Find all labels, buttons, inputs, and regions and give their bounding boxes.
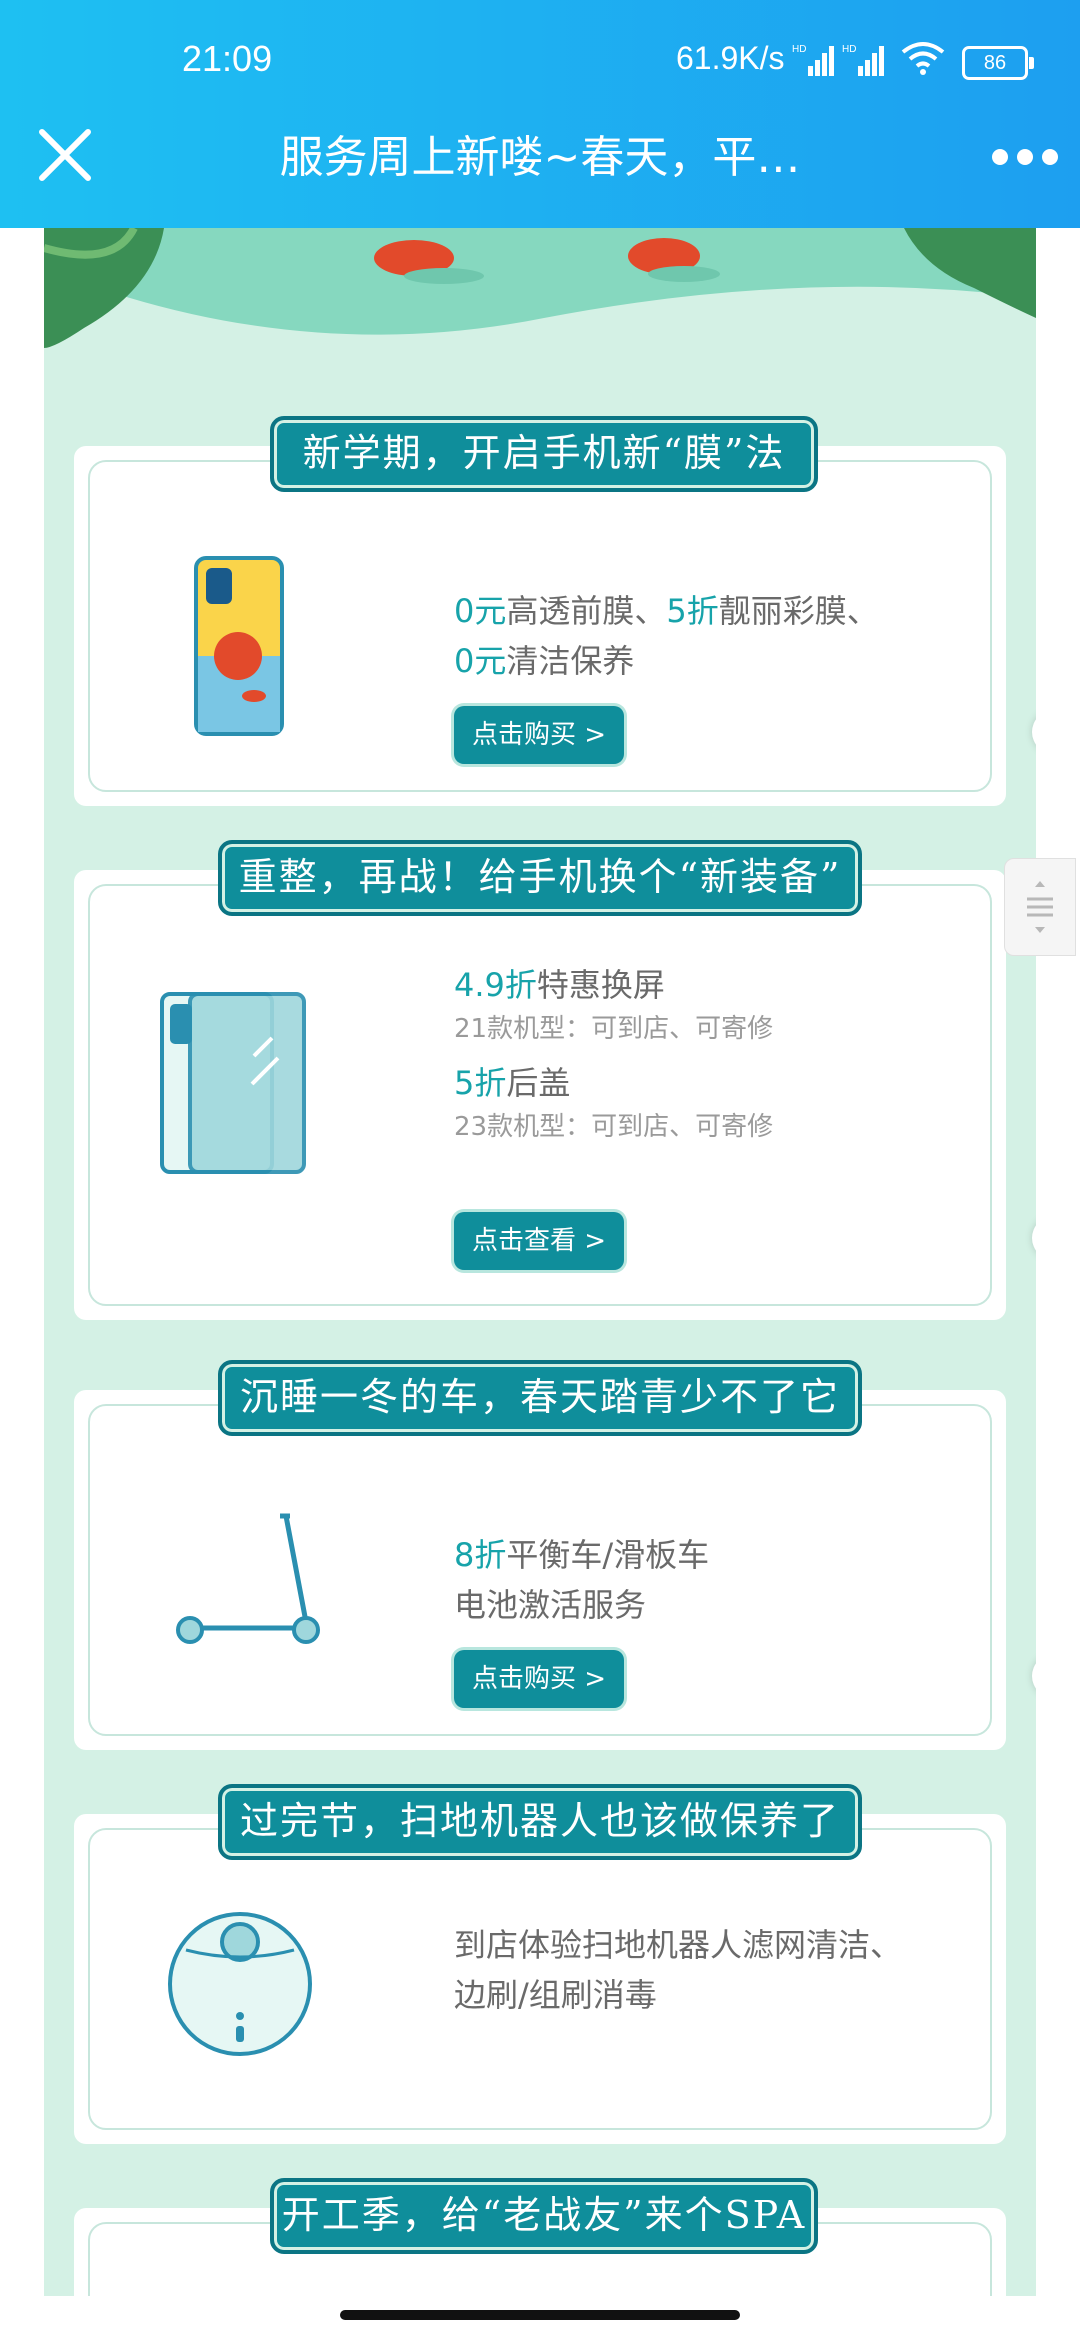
close-icon[interactable] xyxy=(36,126,94,184)
share-icon[interactable] xyxy=(1032,1216,1036,1260)
section-ribbon-2: 重整，再战！给手机换个“新装备” xyxy=(218,840,862,916)
highlight-5-zhe: 5折 xyxy=(666,592,719,630)
text-scooter: 平衡车/滑板车 xyxy=(506,1536,710,1574)
app-bar: 21:09 61.9K/s HD HD 86 服务周上新喽~春天，平… xyxy=(0,0,1080,228)
signal-icon: HD xyxy=(792,44,834,76)
network-speed: 61.9K/s xyxy=(676,40,785,76)
buy-button-scooter[interactable]: 点击购买 > xyxy=(454,1650,624,1708)
ribbon-text-5: 开工季，给“老战友”来个SPA xyxy=(281,2193,807,2237)
phone-case-icon xyxy=(194,556,284,736)
section-scooter: 8折平衡车/滑板车 电池激活服务 点击购买 > xyxy=(74,1390,1036,1750)
drag-lines-icon xyxy=(1027,881,1053,933)
text-screen: 特惠换屏 xyxy=(536,966,665,1004)
robot-description: 到店体验扫地机器人滤网清洁、 边刷/组刷消毒 xyxy=(454,1920,902,2020)
side-drag-handle[interactable] xyxy=(1004,858,1076,956)
screen-replace-description: 4.9折特惠换屏 21款机型：可到店、可寄修 5折后盖 23款机型：可到店、可寄… xyxy=(454,960,773,1146)
ribbon-text-4: 过完节，扫地机器人也该做保养了 xyxy=(239,1799,840,1843)
text-battery-service: 电池激活服务 xyxy=(454,1586,647,1624)
highlight-49-zhe: 4.9折 xyxy=(454,966,537,1004)
text-back-cover: 后盖 xyxy=(506,1064,571,1102)
section-ribbon-4: 过完节，扫地机器人也该做保养了 xyxy=(218,1784,862,1860)
highlight-0-yuan-2: 0元 xyxy=(454,642,507,680)
battery-icon: 86 xyxy=(962,46,1034,80)
status-bar: 21:09 61.9K/s HD HD 86 xyxy=(0,0,1080,120)
signal-icon-2: HD xyxy=(842,44,884,76)
ribbon-text-3: 沉睡一冬的车，春天踏青少不了它 xyxy=(239,1375,840,1419)
text-cleaning: 清洁保养 xyxy=(506,642,635,680)
wifi-icon xyxy=(901,42,945,75)
share-icon[interactable] xyxy=(1032,1654,1036,1698)
buy-button-film[interactable]: 点击购买 > xyxy=(454,706,624,764)
section-screen-replace: 4.9折特惠换屏 21款机型：可到店、可寄修 5折后盖 23款机型：可到店、可寄… xyxy=(74,870,1036,1320)
page-title: 服务周上新喽~春天，平… xyxy=(279,132,801,183)
home-indicator[interactable] xyxy=(340,2310,740,2320)
share-icon[interactable] xyxy=(1032,710,1036,754)
scooter-description: 8折平衡车/滑板车 电池激活服务 xyxy=(454,1530,709,1630)
scooter-icon xyxy=(176,1513,320,1644)
text-filter-cleaning: 到店体验扫地机器人滤网清洁、 xyxy=(454,1926,903,1964)
promo-page: 0元高透前膜、5折靓丽彩膜、 0元清洁保养 点击购买 > 新学期，开启手机新“膜… xyxy=(44,228,1036,2296)
spring-hill-illustration xyxy=(44,228,1036,418)
view-button-screen[interactable]: 点击查看 > xyxy=(454,1212,624,1270)
section-ribbon-1: 新学期，开启手机新“膜”法 xyxy=(270,416,818,492)
section-screen-film: 0元高透前膜、5折靓丽彩膜、 0元清洁保养 点击购买 > xyxy=(74,446,1036,806)
text-color-film: 靓丽彩膜、 xyxy=(718,592,879,630)
section-ribbon-5: 开工季，给“老战友”来个SPA xyxy=(270,2178,818,2254)
section-ribbon-3: 沉睡一冬的车，春天踏青少不了它 xyxy=(218,1360,862,1436)
text-brush-disinfect: 边刷/组刷消毒 xyxy=(454,1976,657,2014)
text-front-film: 高透前膜、 xyxy=(506,592,667,630)
highlight-0-yuan: 0元 xyxy=(454,592,507,630)
back-cover-models: 23款机型：可到店、可寄修 xyxy=(454,1112,774,1142)
section-robot-vacuum: 到店体验扫地机器人滤网清洁、 边刷/组刷消毒 xyxy=(74,1814,1006,2144)
screen-models: 21款机型：可到店、可寄修 xyxy=(454,1014,774,1044)
robot-vacuum-icon xyxy=(168,1912,312,2056)
hd-label: HD xyxy=(792,44,806,55)
more-dots-icon[interactable] xyxy=(990,142,1060,172)
phone-screen-icon xyxy=(160,992,306,1174)
status-time: 21:09 xyxy=(182,38,273,79)
screen-film-description: 0元高透前膜、5折靓丽彩膜、 0元清洁保养 xyxy=(454,586,879,686)
ribbon-text-2: 重整，再战！给手机换个“新装备” xyxy=(238,855,842,899)
hd-label-2: HD xyxy=(842,44,856,55)
highlight-5-zhe-back: 5折 xyxy=(454,1064,507,1102)
ribbon-text-1: 新学期，开启手机新“膜”法 xyxy=(302,431,786,475)
highlight-8-zhe: 8折 xyxy=(454,1536,507,1574)
